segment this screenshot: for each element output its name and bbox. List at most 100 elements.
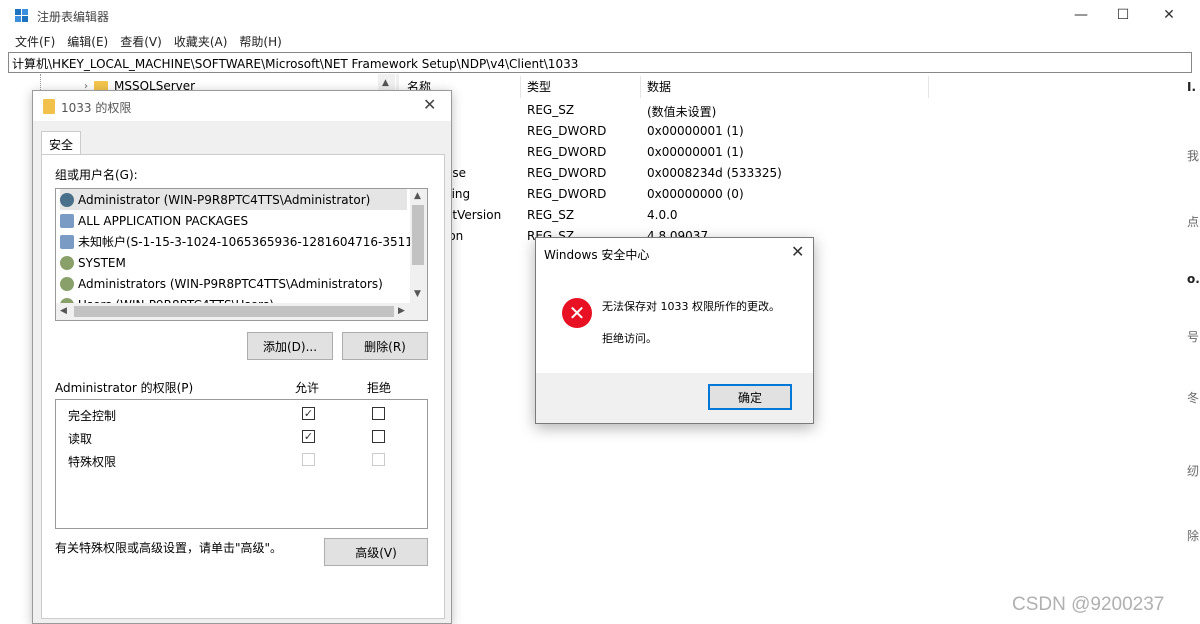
close-icon[interactable]: ✕ xyxy=(423,95,436,114)
list-item[interactable]: SYSTEM xyxy=(60,252,126,273)
address-bar[interactable]: 计算机\HKEY_LOCAL_MACHINE\SOFTWARE\Microsof… xyxy=(8,52,1192,73)
value-type: REG_DWORD xyxy=(527,124,607,138)
advanced-hint-text: 有关特殊权限或高级设置，请单击"高级"。 xyxy=(55,541,283,555)
scroll-left-icon[interactable]: ◀ xyxy=(60,306,67,316)
app-packages-icon xyxy=(60,213,74,228)
error-message: 无法保存对 1033 权限所作的更改。 xyxy=(602,300,780,313)
permission-name: 特殊权限 xyxy=(68,455,117,469)
maximize-icon: ☐ xyxy=(1116,7,1130,23)
deny-read-checkbox[interactable] xyxy=(372,430,385,443)
menu-help[interactable]: 帮助(H) xyxy=(233,30,287,52)
allow-full-control-checkbox[interactable]: ✓ xyxy=(302,407,315,420)
error-detail: 拒绝访问。 xyxy=(602,332,657,345)
value-type: REG_SZ xyxy=(527,208,575,222)
allow-read-checkbox[interactable]: ✓ xyxy=(302,430,315,443)
scroll-right-icon[interactable]: ▶ xyxy=(398,306,405,316)
column-divider[interactable] xyxy=(640,76,641,98)
menu-view[interactable]: 查看(V) xyxy=(114,30,168,52)
background-text-fragment: 点 xyxy=(1187,215,1200,229)
close-icon[interactable]: ✕ xyxy=(791,242,804,261)
allow-column-header: 允许 xyxy=(295,381,320,395)
permissions-dialog-titlebar: 1033 的权限 ✕ xyxy=(33,91,451,121)
close-icon: ✕ xyxy=(1163,7,1175,23)
group-or-user-label: 组或用户名(G): xyxy=(55,168,138,182)
value-row[interactable]: REG_DWORD 0x00000001 (1) xyxy=(399,121,1189,142)
maximize-button[interactable]: ☐ xyxy=(1100,0,1146,30)
column-divider[interactable] xyxy=(520,76,521,98)
window-title: 注册表编辑器 xyxy=(37,10,110,24)
user-list-horizontal-scrollbar[interactable]: ◀ ▶ xyxy=(56,303,427,320)
background-text-fragment: 纫 xyxy=(1187,464,1200,478)
permission-name: 完全控制 xyxy=(68,409,117,423)
value-data: 0x0008234d (533325) xyxy=(647,166,782,180)
unknown-account-icon xyxy=(60,234,74,249)
menu-bar: 文件(F) 编辑(E) 查看(V) 收藏夹(A) 帮助(H) xyxy=(0,30,1200,52)
permissions-dialog-title: 1033 的权限 xyxy=(61,101,132,115)
user-name: Administrators (WIN-P9R8PTC4TTS\Administ… xyxy=(78,276,383,291)
value-row[interactable]: ase REG_DWORD 0x0008234d (533325) xyxy=(399,163,1189,184)
value-row[interactable]: ) REG_SZ (数值未设置) xyxy=(399,100,1189,121)
permissions-for-label: Administrator 的权限(P) xyxy=(55,381,194,395)
background-text-fragment: 冬 xyxy=(1187,391,1200,405)
advanced-button[interactable]: 高级(V) xyxy=(324,538,428,566)
value-type: REG_DWORD xyxy=(527,145,607,159)
user-list[interactable]: Administrator (WIN-P9R8PTC4TTS\Administr… xyxy=(55,188,428,321)
column-divider[interactable] xyxy=(928,76,929,98)
user-name: ALL APPLICATION PACKAGES xyxy=(78,213,249,228)
value-data: 4.0.0 xyxy=(647,208,678,222)
user-list-vertical-scrollbar[interactable]: ▲ ▼ xyxy=(410,189,427,303)
permissions-table: 完全控制 ✓ 读取 ✓ 特殊权限 xyxy=(55,399,428,529)
user-name: 未知帐户(S-1-15-3-1024-1065365936-1281604716… xyxy=(78,235,428,249)
scroll-up-icon[interactable]: ▲ xyxy=(414,191,421,201)
list-item[interactable]: ALL APPLICATION PACKAGES xyxy=(60,210,248,231)
background-text-fragment: I. xyxy=(1187,80,1197,94)
background-text-fragment: 号 xyxy=(1187,330,1200,344)
value-type: REG_SZ xyxy=(527,103,575,117)
error-icon: ✕ xyxy=(562,298,592,328)
column-header-data[interactable]: 数据 xyxy=(647,78,671,98)
value-row[interactable]: cing REG_DWORD 0x00000000 (0) xyxy=(399,184,1189,205)
add-button[interactable]: 添加(D)... xyxy=(247,332,333,360)
scroll-up-icon[interactable]: ▲ xyxy=(382,78,389,88)
column-header-type[interactable]: 类型 xyxy=(527,78,551,98)
scroll-thumb[interactable] xyxy=(412,205,424,265)
watermark: CSDN @9200237 xyxy=(1012,594,1165,615)
background-text-fragment: 我 xyxy=(1187,149,1200,163)
value-data: 0x00000001 (1) xyxy=(647,124,744,138)
menu-edit[interactable]: 编辑(E) xyxy=(61,30,114,52)
value-data: 0x00000000 (0) xyxy=(647,187,744,201)
tab-security[interactable]: 安全 xyxy=(41,131,81,155)
deny-special-checkbox xyxy=(372,453,385,466)
value-name: etVersion xyxy=(445,208,502,222)
minimize-button[interactable]: — xyxy=(1058,0,1104,30)
permissions-dialog: 1033 的权限 ✕ 安全 组或用户名(G): Administrator (W… xyxy=(32,90,452,624)
registry-editor-icon xyxy=(15,9,28,22)
list-item[interactable]: Administrator (WIN-P9R8PTC4TTS\Administr… xyxy=(60,189,407,210)
value-data: (数值未设置) xyxy=(647,105,717,119)
value-data: 0x00000001 (1) xyxy=(647,145,744,159)
menu-file[interactable]: 文件(F) xyxy=(9,30,61,52)
allow-special-checkbox xyxy=(302,453,315,466)
group-icon xyxy=(60,276,74,291)
user-name: SYSTEM xyxy=(78,255,126,270)
scroll-thumb[interactable] xyxy=(74,306,394,317)
remove-button[interactable]: 删除(R) xyxy=(342,332,428,360)
value-type: REG_DWORD xyxy=(527,166,607,180)
menu-favorites[interactable]: 收藏夹(A) xyxy=(168,30,234,52)
value-row[interactable]: etVersion REG_SZ 4.0.0 xyxy=(399,205,1189,226)
value-type: REG_DWORD xyxy=(527,187,607,201)
deny-column-header: 拒绝 xyxy=(367,381,392,395)
list-item[interactable]: Administrators (WIN-P9R8PTC4TTS\Administ… xyxy=(60,273,383,294)
permission-name: 读取 xyxy=(68,432,93,446)
security-error-dialog: Windows 安全中心 ✕ ✕ 无法保存对 1033 权限所作的更改。 拒绝访… xyxy=(535,237,814,424)
close-button[interactable]: ✕ xyxy=(1146,0,1192,30)
user-icon xyxy=(60,192,74,207)
group-icon xyxy=(60,255,74,270)
scroll-down-icon[interactable]: ▼ xyxy=(414,289,421,299)
deny-full-control-checkbox[interactable] xyxy=(372,407,385,420)
value-row[interactable]: ll REG_DWORD 0x00000001 (1) xyxy=(399,142,1189,163)
ok-button[interactable]: 确定 xyxy=(708,384,792,410)
background-text-fragment: 除 xyxy=(1187,529,1200,543)
folder-icon xyxy=(43,99,55,114)
list-item[interactable]: 未知帐户(S-1-15-3-1024-1065365936-1281604716… xyxy=(60,231,428,252)
